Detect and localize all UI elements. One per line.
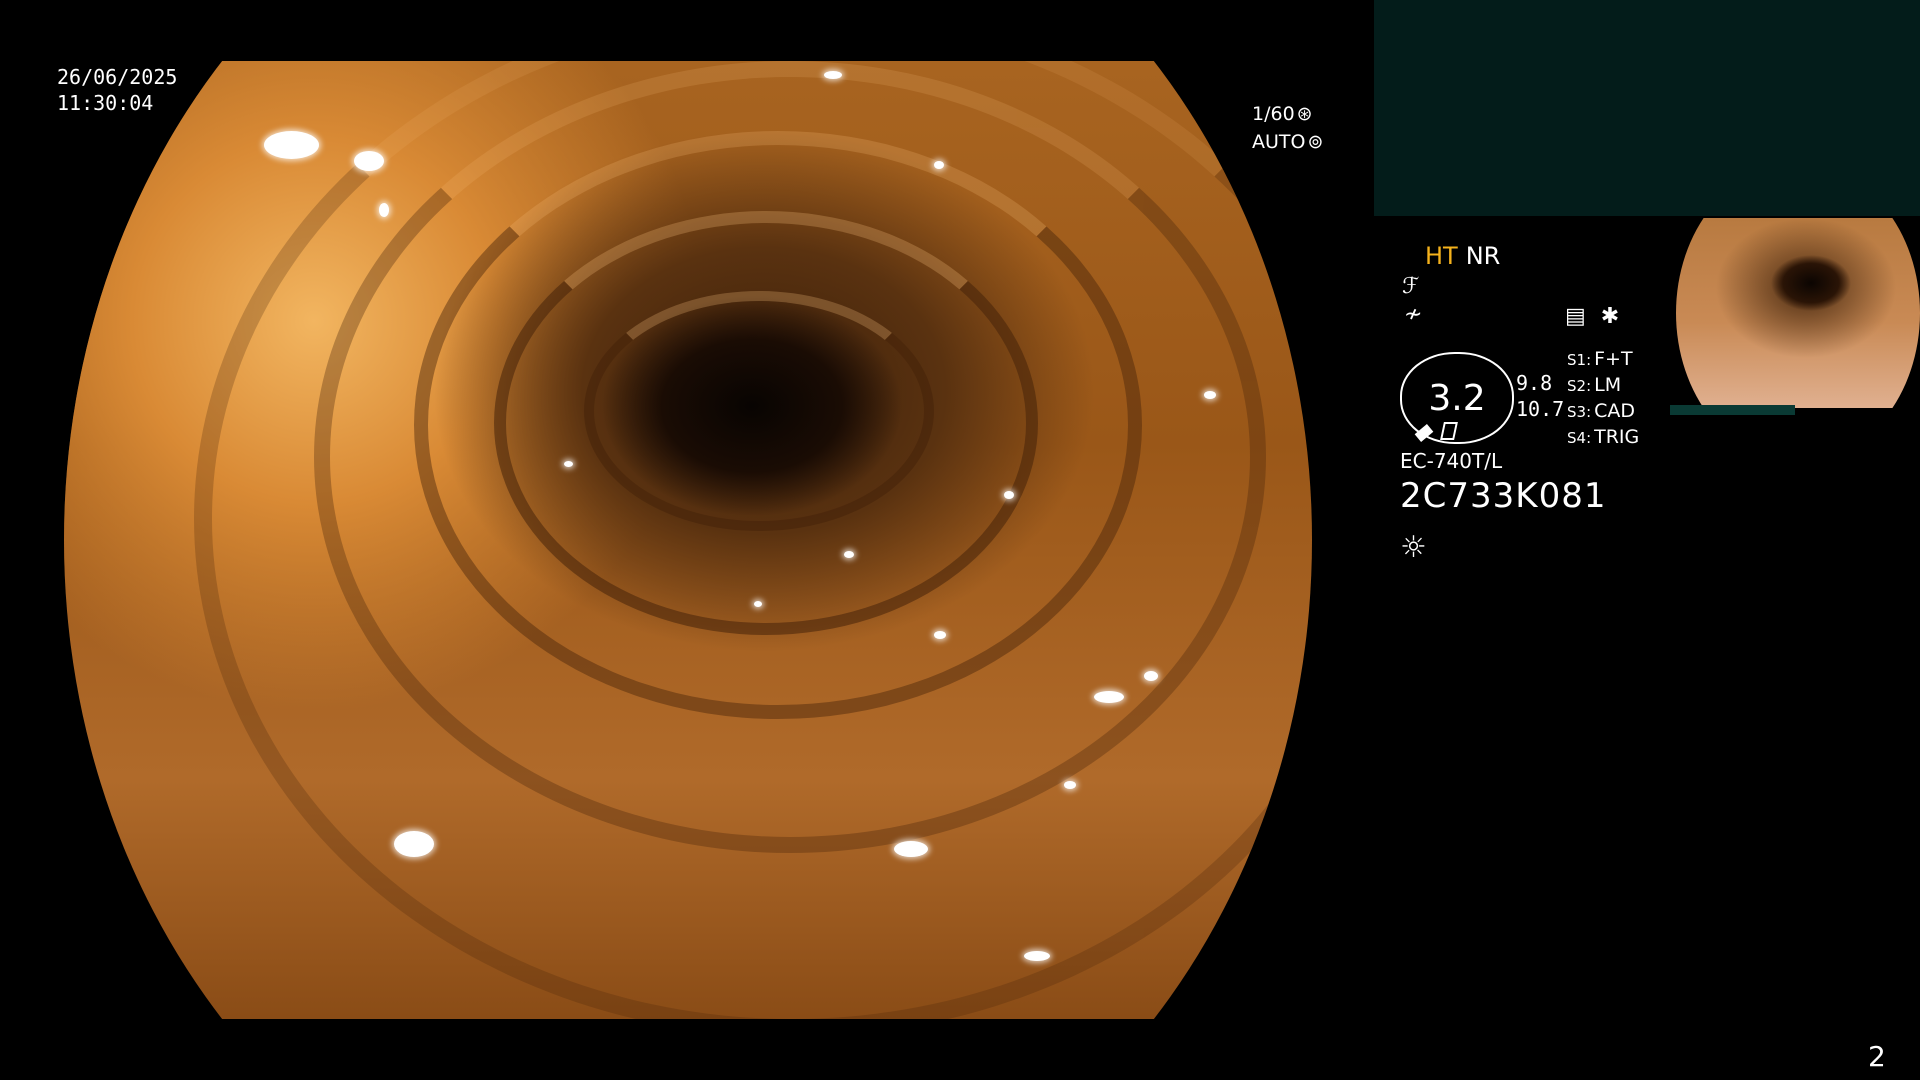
mucosal-fold [584,291,934,531]
light-reflection [754,601,762,607]
switch-label: F+T [1594,348,1633,370]
light-reflection [1064,781,1076,789]
date-text: 26/06/2025 [57,65,178,89]
zoom-readouts: 9.8 10.7 [1516,370,1564,422]
page-number: 2 [1868,1040,1886,1073]
thumbnail-bar [1670,405,1795,415]
light-source-icon: ☼ [1400,530,1427,565]
info-panel-header [1374,0,1920,216]
switch-label: CAD [1594,400,1636,422]
exposure-info: 1/60 ⊛ AUTO ⊚ [1252,100,1323,156]
light-reflection [894,841,928,857]
switch-label: TRIG [1594,426,1640,448]
mode-ht: HT [1425,242,1458,270]
thumbnail-image [1676,218,1920,408]
switch-key: S4: [1567,429,1592,447]
structure-enhance-icon: ℱ [1402,274,1420,299]
light-reflection [934,631,946,639]
exposure-row: AUTO ⊚ [1252,128,1323,156]
light-reflection [1094,691,1124,703]
shutter-row: 1/60 ⊛ [1252,100,1323,128]
memo-icon: ▤ [1565,304,1586,329]
time-text: 11:30:04 [57,91,154,115]
endoscopy-screen: 26/06/2025 11:30:04 1/60 ⊛ AUTO ⊚ HT NR ℱ ≁… [0,0,1920,1080]
settings-icons: ▤ ✱ [1565,304,1619,329]
color-enhance-icon: ≁ [1404,302,1423,327]
light-reflection [844,551,854,558]
switch-key: S2: [1567,377,1592,395]
light-reflection [379,203,389,217]
light-reflection [1204,391,1216,399]
zoom-readout-1: 9.8 [1516,371,1553,395]
switch-s3: S3: CAD [1567,399,1639,425]
light-reflection [394,831,434,857]
asterisk-icon: ✱ [1600,304,1620,329]
light-reflection [354,151,384,171]
image-mode-row: HT NR [1425,242,1500,270]
pen-icon [1414,424,1434,442]
exposure-mode: AUTO [1252,131,1306,153]
light-reflection [1024,951,1050,961]
zoom-badge: 3.2 [1400,352,1514,444]
light-reflection [264,131,319,159]
switch-s4: S4: TRIG [1567,425,1639,451]
switch-s1: S1: F+T [1567,347,1639,373]
light-reflection [1004,491,1014,499]
switch-label: LM [1594,374,1622,396]
scope-switches: S1: F+T S2: LM S3: CAD S4: TRIG [1567,347,1639,451]
frame-icon [1440,422,1458,440]
switch-s2: S2: LM [1567,373,1639,399]
light-reflection [564,461,573,467]
capture-thumbnail[interactable] [1670,216,1920,416]
scope-model: EC-740T/L [1400,449,1503,473]
shutter-mode-icon: ⊛ [1296,103,1313,125]
switch-key: S3: [1567,403,1592,421]
scope-serial: 2C733K081 [1400,476,1607,516]
mode-nr: NR [1465,242,1501,270]
light-reflection [824,71,842,79]
light-reflection [934,161,944,169]
endoscope-image [64,61,1312,1019]
zoom-value: 3.2 [1428,377,1486,419]
date-time: 26/06/2025 11:30:04 [57,64,177,116]
auto-mode-icon: ⊚ [1307,131,1324,153]
light-reflection [1144,671,1158,681]
zoom-readout-2: 10.7 [1516,397,1565,421]
shutter-speed: 1/60 [1252,103,1295,125]
switch-key: S1: [1567,351,1592,369]
